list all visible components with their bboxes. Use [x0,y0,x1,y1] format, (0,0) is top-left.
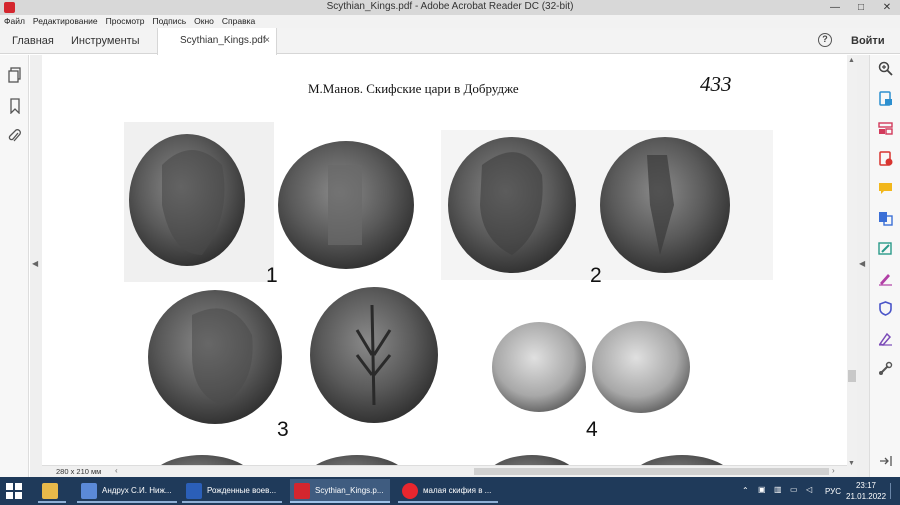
tools-pane [869,55,900,477]
page-number: 433 [700,72,732,96]
tray-battery-icon[interactable]: ▭ [790,485,798,494]
close-button[interactable]: ✕ [874,0,900,15]
coin-label-4: 4 [586,418,598,441]
organize-pages-icon[interactable] [878,121,893,136]
create-pdf-icon[interactable] [878,151,893,166]
coin-label-3: 3 [277,418,289,441]
coin-label-2: 2 [590,264,602,287]
menu-view[interactable]: Просмотр [106,15,145,28]
document-viewport[interactable] [42,55,847,465]
tray-volume-icon[interactable]: ◁ [806,485,812,494]
combine-files-icon[interactable] [878,211,893,226]
vertical-scrollbar-thumb[interactable] [848,370,856,382]
app-icon [81,483,97,499]
coin-4-obverse [492,322,586,412]
word-icon [186,483,202,499]
left-navigation-pane [0,55,29,477]
maximize-button[interactable]: □ [848,0,874,15]
clock-date: 21.01.2022 [846,492,887,501]
window-controls: — □ ✕ [822,0,900,15]
menu-file[interactable]: Файл [4,15,25,28]
page-scan [124,122,773,465]
tab-bar: Главная Инструменты Scythian_Kings.pdf ×… [0,28,900,55]
menu-edit[interactable]: Редактирование [33,15,98,28]
menu-window[interactable]: Окно [194,15,214,28]
folder-icon [42,483,58,499]
running-head: М.Манов. Скифские цари в Добрудже [308,81,519,96]
yandex-browser-icon [402,483,418,499]
attachment-icon[interactable] [8,128,22,144]
minimize-button[interactable]: — [822,0,848,15]
fill-sign-icon[interactable] [878,271,893,286]
coin-label-1: 1 [266,264,278,287]
clock-time: 23:17 [855,481,877,490]
tab-document[interactable]: Scythian_Kings.pdf × [157,28,277,55]
tab-home[interactable]: Главная [12,28,54,54]
certificates-icon[interactable] [878,331,893,346]
start-button[interactable] [6,483,22,499]
language-indicator[interactable]: РУС [825,487,841,496]
menu-bar: Файл Редактирование Просмотр Подпись Окн… [0,15,900,28]
menu-sign[interactable]: Подпись [153,15,187,28]
tray-network-icon[interactable]: ▥ [774,485,782,494]
more-tools-icon[interactable] [878,361,893,376]
pages-icon[interactable] [8,67,22,83]
window-title: Scythian_Kings.pdf - Adobe Acrobat Reade… [326,1,574,12]
status-bar: 280 x 210 мм ‹ › [42,465,847,477]
show-desktop-button[interactable] [890,483,896,499]
page-size-readout: 280 x 210 мм [56,467,102,476]
edit-pdf-icon[interactable] [878,241,893,256]
export-pdf-icon[interactable] [878,91,893,106]
protect-icon[interactable] [878,301,893,316]
bookmark-icon[interactable] [8,98,22,115]
help-icon[interactable]: ? [818,33,832,47]
tray-app-icon[interactable]: ▣ [758,485,766,494]
taskbar-item-1[interactable]: Андрух С.И. Ниж... [77,479,177,503]
scroll-down-icon[interactable]: ▼ [848,460,855,467]
sign-in-button[interactable]: Войти [851,28,885,54]
scroll-left-icon[interactable]: ‹ [115,466,118,475]
tab-close-icon[interactable]: × [264,28,270,54]
vertical-scrollbar[interactable]: ▲ ▼ [847,55,857,477]
tab-tools[interactable]: Инструменты [71,28,140,54]
taskbar-file-explorer[interactable] [38,479,66,503]
acrobat-icon [294,483,310,499]
taskbar-item-acrobat[interactable]: Scythian_Kings.p... [290,479,390,503]
taskbar-clock[interactable]: 23:17 21.01.2022 [846,480,886,502]
right-pane-toggle[interactable]: ◀ [857,55,869,477]
scroll-right-icon[interactable]: › [832,466,835,475]
windows-taskbar: Андрух С.И. Ниж... Рожденные воев... Scy… [0,477,900,505]
zoom-icon[interactable] [878,61,893,76]
chevron-left-icon: ◀ [859,259,866,268]
coin-4-reverse [592,321,690,413]
horizontal-scrollbar-thumb[interactable] [474,468,829,475]
tab-document-label: Scythian_Kings.pdf [180,35,266,46]
taskbar-item-browser[interactable]: малая скифия в ... [398,479,498,503]
taskbar-item-word[interactable]: Рожденные воев... [182,479,282,503]
menu-help[interactable]: Справка [222,15,255,28]
window-titlebar: Scythian_Kings.pdf - Adobe Acrobat Reade… [0,0,900,15]
left-pane-toggle[interactable]: ◀ [30,55,42,477]
comment-icon[interactable] [878,181,893,196]
collapse-tools-icon[interactable] [878,455,893,467]
tray-chevron-icon[interactable]: ⌃ [742,486,749,495]
scroll-up-icon[interactable]: ▲ [848,57,855,64]
chevron-left-icon: ◀ [32,259,39,268]
